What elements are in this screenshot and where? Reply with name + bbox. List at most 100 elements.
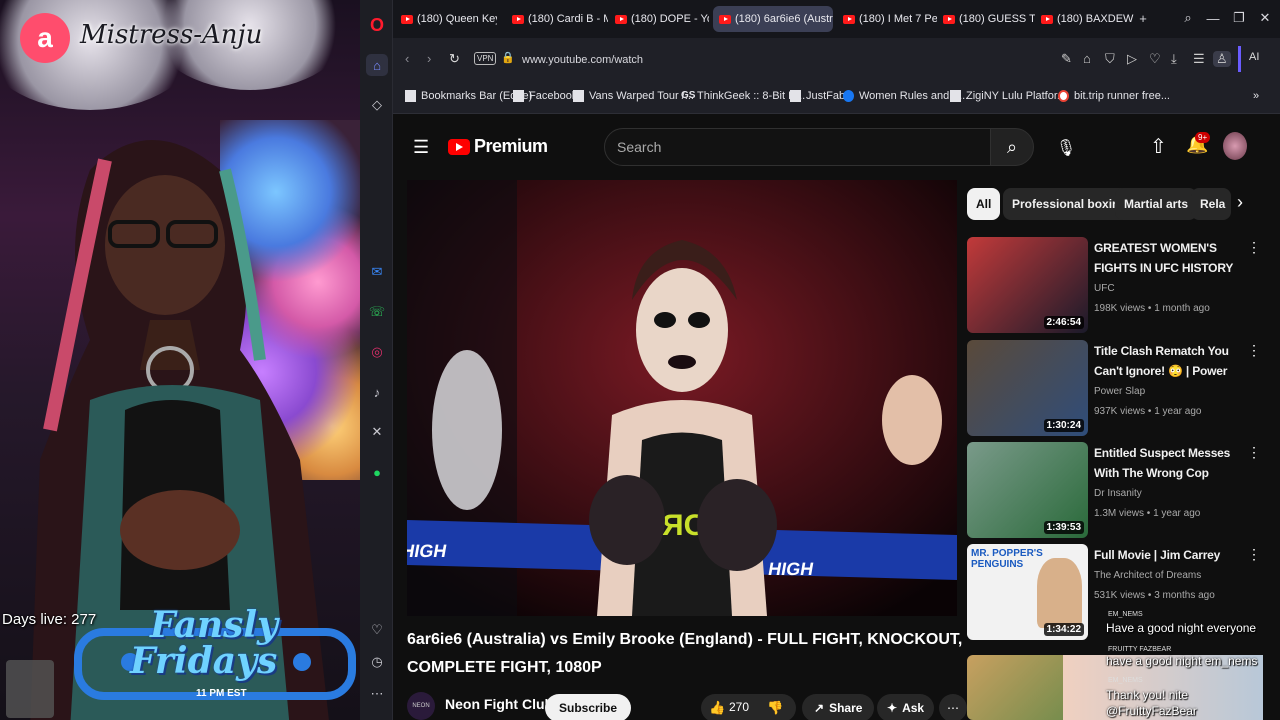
chat-message: Thank you! nite @FruittyFazBear	[1106, 688, 1197, 718]
search-icon[interactable]: ⌕	[990, 128, 1034, 166]
tab-active[interactable]: (180) 6ar6ie6 (Australia) v	[713, 6, 833, 32]
video-title[interactable]: Full Movie | Jim Carrey	[1094, 545, 1244, 567]
duration-badge: 1:39:53	[1043, 521, 1084, 534]
channel-name[interactable]: Neon Fight Club	[445, 696, 553, 712]
home-icon[interactable]: ⌂	[366, 54, 388, 76]
x-icon[interactable]: ✕	[366, 421, 388, 443]
forward-icon[interactable]: ›	[427, 51, 431, 66]
video-thumbnail[interactable]: 2:46:54	[967, 237, 1088, 333]
shield-icon[interactable]: ⛉	[1105, 51, 1115, 67]
recommended-video[interactable]: 1:39:53 Entitled Suspect Messes With The…	[967, 442, 1267, 538]
opera-logo-icon[interactable]: O	[366, 14, 388, 36]
more-icon[interactable]: ⋯	[366, 683, 388, 705]
youtube-logo[interactable]: Premium	[448, 136, 548, 157]
share-button[interactable]: ↗ Share	[802, 694, 875, 720]
like-count: 270	[729, 700, 750, 714]
new-tab-icon[interactable]: +	[1133, 8, 1153, 28]
more-vert-icon[interactable]: ⋮	[1247, 342, 1261, 359]
messenger-icon[interactable]: ✉	[366, 261, 388, 283]
camera-icon[interactable]: ⌂	[1083, 51, 1091, 66]
hamburger-menu-icon[interactable]: ☰	[413, 137, 429, 158]
channel-name[interactable]: The Architect of Dreams	[1094, 570, 1201, 581]
close-icon[interactable]: ✕	[1255, 8, 1275, 28]
video-thumbnail[interactable]: 1:39:53	[967, 442, 1088, 538]
vpn-badge[interactable]: VPN	[474, 52, 497, 65]
video-thumbnail[interactable]: MR. POPPER'S PENGUINS 1:34:22	[967, 544, 1088, 640]
search-tabs-icon[interactable]: ⌕	[1178, 8, 1198, 28]
ask-button[interactable]: ✦ Ask	[877, 694, 935, 720]
video-title[interactable]: Entitled Suspect Messes With The Wrong C…	[1094, 443, 1244, 483]
more-actions-icon[interactable]: ⋯	[939, 694, 967, 720]
recommended-video[interactable]: 1:30:24 Title Clash Rematch You Can't Ig…	[967, 340, 1267, 436]
channel-name[interactable]: Dr Insanity	[1094, 488, 1142, 499]
bookmark-label: ZigiNY Lulu Platfor...	[966, 90, 1067, 102]
logo-text: Premium	[474, 136, 548, 156]
chip-martial-arts[interactable]: Martial arts	[1115, 188, 1198, 220]
channel-name[interactable]: UFC	[1094, 283, 1115, 294]
tab[interactable]: (180) BAXDEW - SM	[1035, 6, 1135, 32]
upload-icon[interactable]: ⇧	[1150, 134, 1167, 159]
bookmark-item[interactable]: Vans Warped Tour /...	[573, 90, 694, 102]
tab-label: (180) DOPE - YouTub	[631, 13, 709, 25]
more-vert-icon[interactable]: ⋮	[1247, 239, 1261, 256]
ai-button[interactable]: AI	[1249, 51, 1259, 63]
spotify-icon[interactable]: ●	[366, 461, 388, 483]
play-icon[interactable]: ▷	[1127, 51, 1137, 67]
tiktok-icon[interactable]: ♪	[366, 381, 388, 403]
tab[interactable]: (180) Cardi B - Magn	[506, 6, 608, 32]
tab[interactable]: (180) DOPE - YouTub	[609, 6, 709, 32]
bookmark-item[interactable]: bit.trip runner free...	[1058, 90, 1170, 102]
recommended-video[interactable]: 2:46:54 GREATEST WOMEN'S FIGHTS IN UFC H…	[967, 237, 1267, 333]
screen: a Mistress-Anju Days live: 277 Fansly Fr…	[0, 0, 1280, 720]
tab-bar: (180) Queen Key & C (180) Cardi B - Magn…	[393, 0, 1280, 38]
microphone-icon[interactable]: 🎙	[1048, 130, 1084, 166]
history-icon[interactable]: ◷	[366, 651, 388, 673]
avatar[interactable]	[1223, 132, 1247, 160]
video-thumbnail[interactable]: 1:30:24	[967, 340, 1088, 436]
bookmark-item[interactable]: GS ThinkGeek :: 8-Bit D...	[681, 90, 805, 102]
menu-icon[interactable]: ☰	[1193, 51, 1205, 67]
channel-name[interactable]: Power Slap	[1094, 386, 1145, 397]
minimize-icon[interactable]: —	[1203, 8, 1223, 28]
thumbs-down-icon[interactable]: 👎	[767, 700, 783, 716]
instagram-icon[interactable]: ◎	[366, 341, 388, 363]
whatsapp-icon[interactable]: ☏	[366, 301, 388, 323]
lock-icon[interactable]: 🔒	[501, 51, 515, 64]
tab[interactable]: (180) Queen Key & C	[395, 6, 497, 32]
video-title: 6ar6ie6 (Australia) vs Emily Brooke (Eng…	[407, 631, 963, 676]
page-icon	[573, 90, 584, 102]
bookmark-label: Facebook	[529, 90, 578, 102]
download-icon[interactable]: ⤓	[1171, 51, 1177, 67]
maximize-icon[interactable]: ❐	[1229, 8, 1249, 28]
chevron-right-icon[interactable]: ›	[1237, 192, 1243, 213]
channel-avatar[interactable]: NEON	[407, 692, 435, 720]
reload-icon[interactable]: ↻	[449, 51, 460, 67]
thumbs-up-icon[interactable]: 👍	[709, 700, 725, 716]
more-vert-icon[interactable]: ⋮	[1247, 546, 1261, 563]
chat-username: EM_NEMS	[1108, 677, 1143, 684]
video-player[interactable]: HIGH HIGH ЯCł	[407, 180, 957, 616]
bookmarks-overflow-icon[interactable]: »	[1253, 90, 1259, 102]
bookmark-item[interactable]: Facebook	[513, 90, 577, 102]
tab[interactable]: (180) GUESS THE BL	[937, 6, 1035, 32]
more-vert-icon[interactable]: ⋮	[1247, 444, 1261, 461]
heart-icon[interactable]: ♡	[366, 619, 388, 641]
bookmark-item[interactable]: JustFab	[790, 90, 845, 102]
tab[interactable]: (180) I Met 7 People	[837, 6, 937, 32]
subscribe-button[interactable]: Subscribe	[545, 694, 632, 720]
edit-icon[interactable]: ✎	[1061, 51, 1072, 67]
profile-icon[interactable]: ♙	[1213, 51, 1231, 67]
bookmark-label: ThinkGeek :: 8-Bit D...	[697, 90, 806, 102]
chip-all[interactable]: All	[967, 188, 1001, 220]
chip-related[interactable]: Rela	[1191, 188, 1231, 220]
video-title[interactable]: Title Clash Rematch You Can't Ignore! 😳 …	[1094, 341, 1244, 381]
video-title[interactable]: GREATEST WOMEN'S FIGHTS IN UFC HISTORY 🥇	[1094, 238, 1244, 278]
youtube-icon	[1041, 14, 1053, 24]
diamond-icon[interactable]: ◇	[366, 94, 388, 116]
heart-icon[interactable]: ♡	[1149, 51, 1161, 67]
back-icon[interactable]: ‹	[405, 51, 409, 66]
bookmark-item[interactable]: ZigiNY Lulu Platfor...	[950, 90, 1066, 102]
search-input[interactable]: Search	[604, 128, 991, 166]
video-meta: 1.3M views • 1 year ago	[1094, 508, 1201, 519]
cup	[6, 660, 54, 718]
